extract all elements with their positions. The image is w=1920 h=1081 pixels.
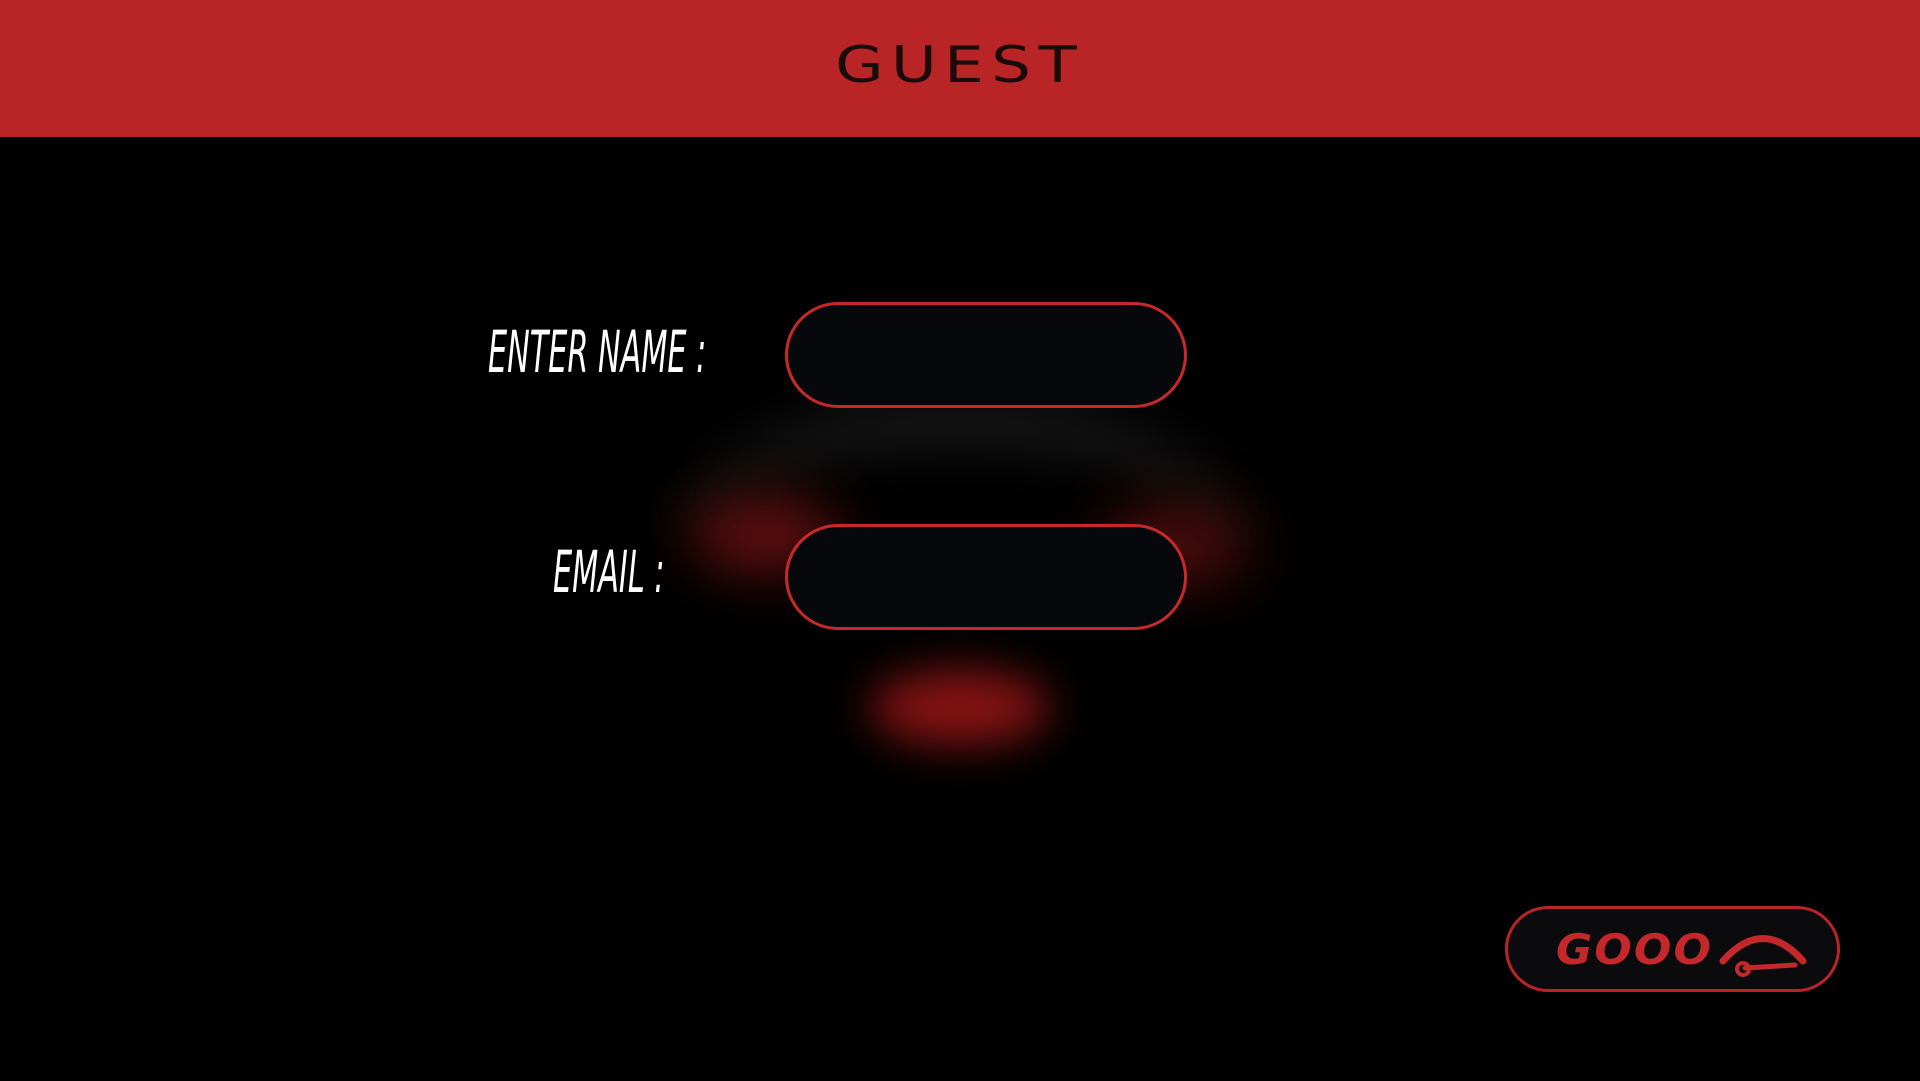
- go-button[interactable]: GOOO: [1505, 906, 1840, 992]
- name-input[interactable]: [785, 302, 1187, 408]
- header-bar: GUEST: [0, 0, 1920, 137]
- speedometer-icon: [1719, 935, 1807, 977]
- email-label: EMAIL :: [553, 538, 665, 606]
- email-input[interactable]: [785, 524, 1187, 630]
- background-glow-bottom: [870, 670, 1050, 745]
- go-button-label: GOOO: [1556, 924, 1714, 974]
- page-title: GUEST: [835, 35, 1085, 94]
- name-label: ENTER NAME :: [488, 318, 707, 386]
